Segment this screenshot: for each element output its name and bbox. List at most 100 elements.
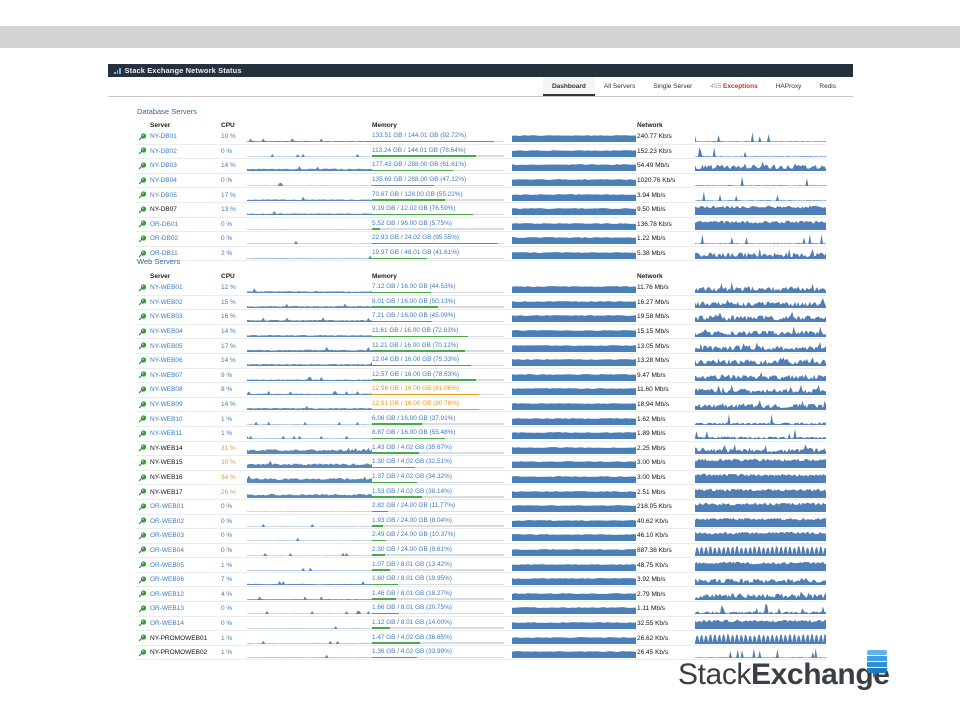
server-link[interactable]: NY-DB03 [150, 162, 177, 169]
server-link[interactable]: NY-WEB09 [150, 401, 183, 408]
memory-graph-cell [512, 601, 637, 617]
server-link[interactable]: OR-WEB05 [150, 562, 184, 569]
server-link[interactable]: NY-WEB05 [150, 343, 183, 350]
memory-value: 1.36 GB / 4.02 GB (33.99%) [372, 648, 452, 656]
tab-exceptions[interactable]: 455 Exceptions [701, 77, 766, 96]
network-value: 26.62 Kb/s [637, 630, 695, 646]
cpu-value: 0 % [221, 601, 247, 617]
table-row: OR-WEB04 0 % 2.30 GB / 24.00 GB (9.61%) 887… [136, 543, 826, 559]
server-label: NY-DB03 [136, 162, 221, 170]
memory-graph-cell [512, 338, 637, 354]
server-link[interactable]: NY-WEB14 [150, 445, 183, 452]
server-link[interactable]: NY-WEB03 [150, 313, 183, 320]
server-link[interactable]: NY-DB07 [150, 206, 177, 213]
sparkline-area [512, 446, 636, 454]
server-link[interactable]: NY-DB02 [150, 148, 177, 155]
server-status-icon [138, 298, 147, 306]
server-link[interactable]: NY-DB04 [150, 177, 177, 184]
server-link[interactable]: NY-WEB16 [150, 474, 183, 481]
server-link[interactable]: NY-WEB15 [150, 459, 183, 466]
server-cell: NY-WEB04 [136, 324, 221, 340]
server-link[interactable]: NY-WEB11 [150, 430, 182, 437]
memory-usage-bar [372, 525, 504, 527]
server-link[interactable]: NY-WEB06 [150, 357, 183, 364]
server-link[interactable]: OR-WEB04 [150, 547, 184, 554]
memory-usage-fill [372, 642, 421, 644]
memory-usage-fill [372, 140, 495, 143]
server-label: OR-DB01 [136, 220, 221, 228]
server-link[interactable]: NY-WEB01 [150, 284, 183, 291]
server-link[interactable]: NY-DB01 [150, 133, 177, 140]
sparkline-area [695, 428, 826, 440]
server-link[interactable]: OR-WEB12 [150, 591, 184, 598]
server-link[interactable]: NY-PROMOWEB01 [150, 635, 207, 642]
cpu-value: 14 % [221, 158, 247, 174]
cpu-graph-cell [247, 572, 372, 588]
server-cell: NY-WEB01 [136, 281, 221, 296]
memory-usage-fill [372, 257, 427, 260]
sparkline-area [512, 461, 636, 469]
cpu-value: 7 % [221, 572, 247, 588]
tab-haproxy[interactable]: HAProxy [767, 77, 811, 96]
server-link[interactable]: OR-WEB14 [150, 620, 184, 627]
server-link[interactable]: OR-DB02 [150, 235, 178, 242]
server-link[interactable]: NY-PROMOWEB02 [150, 649, 207, 656]
cpu-sparkline [247, 421, 372, 425]
server-link[interactable]: OR-WEB02 [150, 518, 184, 525]
server-status-icon [138, 386, 147, 394]
memory-cell: 1.37 GB / 4.02 GB (34.32%) [372, 470, 512, 486]
server-link[interactable]: OR-DB01 [150, 221, 178, 228]
server-link[interactable]: OR-DB11 [150, 250, 178, 257]
sparkline-area [695, 326, 826, 338]
server-link[interactable]: NY-WEB08 [150, 386, 183, 393]
cpu-graph-cell [247, 173, 372, 189]
memory-value: 19.97 GB / 48.01 GB (41.61%) [372, 249, 460, 257]
server-link[interactable]: NY-WEB07 [150, 372, 183, 379]
server-link[interactable]: NY-DB05 [150, 192, 177, 199]
memory-cell: 12.96 GB / 16.00 GB (81.06%) [372, 382, 512, 398]
network-sparkline [695, 234, 826, 245]
tab-single-server[interactable]: Single Server [644, 77, 701, 96]
sparkline-area [695, 234, 826, 245]
tab-dashboard[interactable]: Dashboard [542, 77, 595, 96]
memory-cell: 1.66 GB / 8.01 GB (20.75%) [372, 601, 512, 617]
sparkline-area [695, 248, 826, 260]
server-link[interactable]: NY-WEB04 [150, 328, 183, 335]
memory-usage-bar [372, 569, 504, 571]
network-value: 5.38 Mb/s [637, 246, 695, 262]
table-row: NY-DB04 0 % 135.69 GB / 288.00 GB (47.12%)… [136, 173, 826, 189]
server-link[interactable]: NY-WEB02 [150, 299, 183, 306]
cpu-value: 26 % [221, 484, 247, 500]
server-link[interactable]: OR-WEB06 [150, 576, 184, 583]
server-link[interactable]: NY-WEB17 [150, 489, 183, 496]
server-link[interactable]: NY-WEB10 [150, 416, 183, 423]
server-link[interactable]: OR-WEB03 [150, 532, 184, 539]
memory-usage-fill [372, 228, 380, 230]
memory-history-chart [512, 549, 636, 556]
server-link[interactable]: OR-WEB01 [150, 503, 184, 510]
table-row: NY-WEB02 15 % 8.01 GB / 16.00 GB (50.13%) 1… [136, 295, 826, 311]
network-sparkline [695, 413, 826, 425]
cpu-value: 17 % [221, 187, 247, 203]
memory-cell: 135.69 GB / 288.00 GB (47.12%) [372, 173, 512, 189]
network-value: 54.49 Mb/s [637, 158, 695, 174]
network-sparkline [695, 591, 826, 600]
tab-all-servers[interactable]: All Servers [595, 77, 644, 96]
network-value: 9.50 Mb/s [637, 202, 695, 218]
tab-redis[interactable]: Redis [810, 77, 845, 96]
sparkline-area [247, 182, 372, 187]
memory-value: 2.49 GB / 24.00 GB (10.37%) [372, 531, 456, 539]
memory-graph-cell [512, 543, 637, 559]
network-sparkline [695, 132, 826, 143]
server-link[interactable]: OR-WEB13 [150, 605, 184, 612]
network-sparkline [695, 326, 826, 338]
memory-usage-bar [372, 291, 504, 294]
memory-history-chart [512, 252, 636, 260]
server-label: NY-DB07 [136, 206, 221, 214]
server-label: NY-PROMOWEB01 [136, 634, 221, 642]
memory-cell: 177.43 GB / 288.00 GB (61.61%) [372, 158, 512, 174]
cpu-value: 15 % [221, 295, 247, 311]
sparkline-area [512, 344, 636, 352]
memory-history-chart [512, 179, 636, 187]
cpu-sparkline [247, 229, 372, 230]
